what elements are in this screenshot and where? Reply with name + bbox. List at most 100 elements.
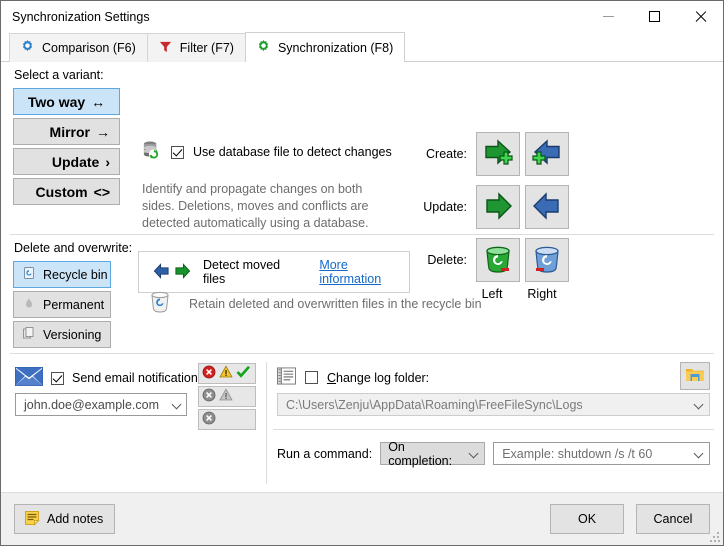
maximize-icon [649,11,660,22]
minimize-button[interactable] [585,1,631,32]
window-controls [585,1,723,32]
command-trigger-select[interactable]: On completion: [380,442,485,465]
versioning-icon [22,326,36,343]
arrow-right-green-plus-icon [481,137,515,172]
create-row: Create: [415,130,574,178]
tab-synchronization-label: Synchronization (F8) [278,41,393,55]
create-left-button[interactable] [476,132,520,176]
send-email-checkbox[interactable] [51,372,64,385]
chevron-down-icon [470,449,479,458]
variant-section: Select a variant: Two way ↔ Mirror → Upd… [1,62,723,234]
log-folder-path-value: C:\Users\Zenju\AppData\Roaming\FreeFileS… [286,398,583,412]
variant-button-two-way[interactable]: Two way ↔ [13,88,120,115]
retain-description: Retain deleted and overwritten files in … [189,297,482,311]
email-address-value: john.doe@example.com [24,398,159,412]
delete-option-recycle-bin-label: Recycle bin [43,268,108,282]
title-bar: Synchronization Settings [1,1,723,32]
ok-button[interactable]: OK [550,504,624,534]
notification-level-group [198,363,256,432]
tab-strip: Comparison (F6) Filter (F7) Synchronizat… [1,32,723,62]
chevron-right-icon: › [105,154,110,170]
select-variant-label: Select a variant: [14,68,104,82]
update-left-button[interactable] [476,185,520,229]
angle-brackets-icon: <> [94,184,110,200]
delete-overwrite-section: Delete and overwrite: Recycle bin [1,235,723,353]
notify-error-warning-button[interactable] [198,386,256,407]
database-sync-icon [141,140,162,164]
variant-description: Identify and propagate changes on both s… [142,181,387,232]
add-notes-button[interactable]: Add notes [14,504,115,534]
notify-error-only-button[interactable] [198,409,256,430]
variant-button-update[interactable]: Update › [13,148,120,175]
add-notes-label: Add notes [47,512,103,526]
tab-filter[interactable]: Filter (F7) [147,33,246,62]
footer-actions: OK Cancel [550,504,710,534]
notification-log-section: Send email notification: john.doe@exampl… [1,354,723,492]
use-database-checkbox[interactable] [171,146,184,159]
change-log-folder-checkbox[interactable] [305,371,318,384]
email-notification-row: Send email notification: [15,367,201,389]
arrow-left-blue-icon [531,191,563,224]
delete-overwrite-label: Delete and overwrite: [14,241,132,255]
minimize-icon [603,16,614,17]
update-label: Update: [415,200,476,214]
chevron-down-icon [695,449,704,458]
use-database-label: Use database file to detect changes [193,145,392,159]
command-input-placeholder: Example: shutdown /s /t 60 [502,447,652,461]
envelope-icon [15,367,43,389]
gear-icon [256,39,271,57]
variant-button-group: Two way ↔ Mirror → Update › Custom <> [13,88,120,208]
variant-two-way-label: Two way [28,94,85,110]
arrow-left-blue-plus-icon [530,137,564,172]
gear-icon [20,39,35,57]
flame-icon [22,296,36,313]
close-icon [694,10,707,23]
tab-filter-label: Filter (F7) [180,41,234,55]
log-list-icon [277,367,296,388]
command-input[interactable]: Example: shutdown /s /t 60 [493,442,710,465]
vertical-divider [266,362,267,484]
recycle-bin-icon [22,266,36,283]
chevron-down-icon [173,400,182,409]
update-row: Update: [415,183,574,231]
warning-gray-icon [219,388,233,405]
variant-mirror-label: Mirror [50,124,90,140]
arrow-right-green-icon [482,191,514,224]
cancel-button[interactable]: Cancel [636,504,710,534]
notify-all-button[interactable] [198,363,256,384]
funnel-icon [158,39,173,57]
run-command-row: Run a command: On completion: Example: s… [277,442,710,465]
delete-option-versioning[interactable]: Versioning [13,321,111,348]
change-log-folder-label: Change log folder: [327,371,429,385]
update-right-button[interactable] [525,185,569,229]
tab-comparison-label: Comparison (F6) [42,41,136,55]
resize-grip[interactable] [710,532,720,542]
chevron-down-icon [695,400,704,409]
error-icon [202,365,216,382]
delete-option-versioning-label: Versioning [43,328,101,342]
window-title: Synchronization Settings [1,10,150,24]
browse-log-folder-button[interactable] [680,362,710,390]
variant-update-label: Update [52,154,99,170]
tab-synchronization[interactable]: Synchronization (F8) [245,32,405,62]
synchronization-settings-window: Synchronization Settings Comparison (F6)… [0,0,724,546]
tab-comparison[interactable]: Comparison (F6) [9,33,148,62]
variant-button-mirror[interactable]: Mirror → [13,118,120,145]
maximize-button[interactable] [631,1,677,32]
create-right-button[interactable] [525,132,569,176]
change-log-folder-rest: hange log folder: [336,371,429,385]
variant-button-custom[interactable]: Custom <> [13,178,120,205]
change-log-folder-row: Change log folder: [277,367,429,388]
log-folder-path-field[interactable]: C:\Users\Zenju\AppData\Roaming\FreeFileS… [277,393,710,416]
delete-overwrite-group: Recycle bin Permanent Versionin [13,261,111,351]
command-trigger-value: On completion: [388,440,470,468]
close-button[interactable] [677,1,723,32]
use-database-row: Use database file to detect changes [141,140,392,164]
delete-option-recycle-bin[interactable]: Recycle bin [13,261,111,288]
create-label: Create: [415,147,476,161]
delete-option-permanent[interactable]: Permanent [13,291,111,318]
email-address-combobox[interactable]: john.doe@example.com [15,393,187,416]
error-gray-icon [202,388,216,405]
tab-content-synchronization: Select a variant: Two way ↔ Mirror → Upd… [1,62,723,492]
success-icon [236,365,251,382]
